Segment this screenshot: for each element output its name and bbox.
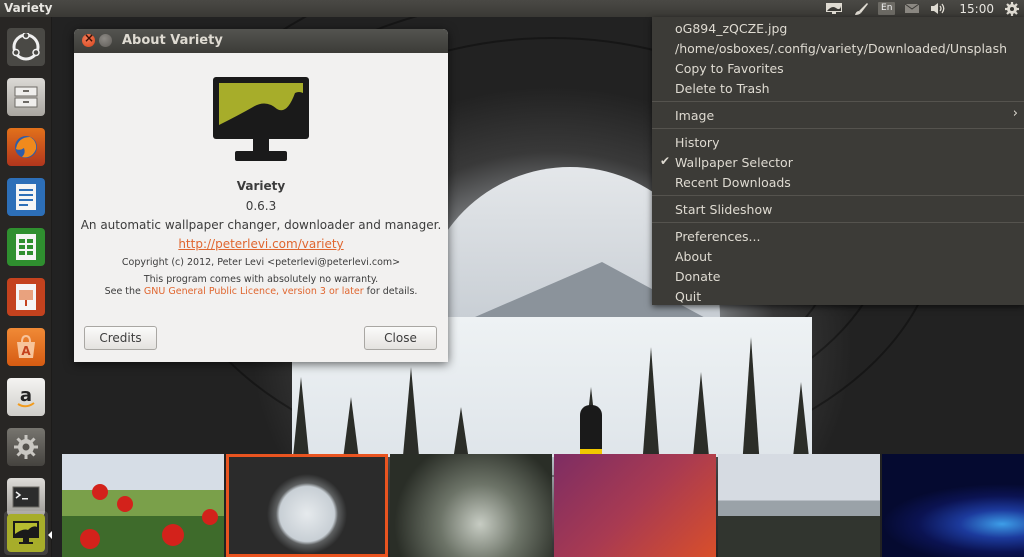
wallpaper-thumb[interactable] bbox=[718, 454, 880, 557]
menu-item-donate[interactable]: Donate bbox=[675, 268, 720, 286]
indicator-area: En 15:00 bbox=[820, 0, 1024, 17]
calc-icon bbox=[7, 228, 45, 266]
wallpaper-thumb[interactable] bbox=[554, 454, 716, 557]
files-icon bbox=[7, 78, 45, 116]
launcher-item-settings[interactable] bbox=[4, 425, 48, 469]
variety-logo-icon bbox=[213, 77, 309, 161]
software-center-icon: A bbox=[7, 328, 45, 366]
about-dialog: About Variety Variety 0.6.3 An automatic… bbox=[74, 29, 448, 362]
website-link[interactable]: http://peterlevi.com/variety bbox=[74, 237, 448, 251]
menu-item-wallpaper-selector[interactable]: Wallpaper Selector bbox=[675, 154, 793, 172]
launcher: A a bbox=[0, 17, 52, 557]
license-text: See the GNU General Public Licence, vers… bbox=[104, 286, 418, 297]
wallpaper-thumb[interactable] bbox=[62, 454, 224, 557]
impress-icon bbox=[7, 278, 45, 316]
keyboard-lang-icon[interactable]: En bbox=[878, 2, 896, 15]
warranty-text: This program comes with absolutely no wa… bbox=[143, 274, 379, 285]
window-minimize-button[interactable] bbox=[99, 34, 112, 47]
variety-indicator-menu: oG894_zQCZE.jpg /home/osboxes/.config/va… bbox=[652, 17, 1024, 305]
menu-item-image[interactable]: Image bbox=[675, 107, 1015, 125]
gear-icon[interactable] bbox=[1000, 0, 1024, 17]
launcher-item-software-center[interactable]: A bbox=[4, 325, 48, 369]
dialog-title: About Variety bbox=[122, 33, 223, 48]
menu-item-start-slideshow[interactable]: Start Slideshow bbox=[675, 201, 772, 219]
window-close-button[interactable] bbox=[82, 31, 95, 47]
writer-icon bbox=[7, 178, 45, 216]
clock[interactable]: 15:00 bbox=[953, 2, 1000, 16]
brush-icon[interactable] bbox=[848, 0, 874, 17]
launcher-item-dash[interactable] bbox=[4, 25, 48, 69]
menu-separator bbox=[652, 128, 1024, 129]
launcher-item-impress[interactable] bbox=[4, 275, 48, 319]
menu-item-copy-to-favorites[interactable]: Copy to Favorites bbox=[675, 60, 784, 78]
menu-item-preferences[interactable]: Preferences... bbox=[675, 228, 760, 246]
close-button[interactable]: Close bbox=[364, 326, 437, 350]
menu-item-about[interactable]: About bbox=[675, 248, 712, 266]
wallpaper-thumb[interactable] bbox=[390, 454, 552, 557]
system-settings-icon bbox=[7, 428, 45, 466]
app-description: An automatic wallpaper changer, download… bbox=[80, 218, 442, 232]
menu-item-delete-to-trash[interactable]: Delete to Trash bbox=[675, 80, 770, 98]
launcher-item-calc[interactable] bbox=[4, 225, 48, 269]
volume-icon[interactable] bbox=[925, 0, 953, 17]
launcher-item-firefox[interactable] bbox=[4, 125, 48, 169]
svg-text:A: A bbox=[21, 344, 31, 358]
app-name: Variety bbox=[236, 179, 286, 193]
wallpaper-selector bbox=[62, 454, 1024, 557]
menu-separator bbox=[652, 195, 1024, 196]
dialog-titlebar[interactable]: About Variety bbox=[74, 29, 448, 53]
launcher-item-writer[interactable] bbox=[4, 175, 48, 219]
skier bbox=[580, 405, 602, 453]
launcher-item-amazon[interactable]: a bbox=[4, 375, 48, 419]
submenu-arrow-icon: › bbox=[1012, 106, 1018, 121]
license-link[interactable]: GNU General Public Licence, version 3 or… bbox=[144, 286, 364, 297]
app-title: Variety bbox=[4, 1, 53, 15]
active-app-arrow bbox=[48, 531, 52, 539]
top-panel: Variety En 15:00 bbox=[0, 0, 1024, 17]
ubuntu-dash-icon bbox=[7, 28, 45, 66]
dialog-body: Variety 0.6.3 An automatic wallpaper cha… bbox=[74, 75, 448, 297]
menu-item-recent-downloads[interactable]: Recent Downloads bbox=[675, 174, 791, 192]
app-version: 0.6.3 bbox=[245, 199, 277, 213]
amazon-icon: a bbox=[7, 378, 45, 416]
menu-separator bbox=[652, 101, 1024, 102]
wallpaper-thumb[interactable] bbox=[882, 454, 1024, 557]
credits-button[interactable]: Credits bbox=[84, 326, 157, 350]
variety-icon bbox=[7, 514, 45, 552]
copyright-text: Copyright (c) 2012, Peter Levi <peterlev… bbox=[121, 257, 401, 268]
checkmark-icon: ✔ bbox=[660, 154, 671, 168]
launcher-item-files[interactable] bbox=[4, 75, 48, 119]
menu-item-history[interactable]: History bbox=[675, 134, 719, 152]
mail-icon[interactable] bbox=[899, 0, 925, 17]
launcher-item-variety[interactable] bbox=[4, 511, 52, 555]
variety-indicator-icon[interactable] bbox=[820, 0, 848, 17]
menu-item-file-path[interactable]: /home/osboxes/.config/variety/Downloaded… bbox=[675, 40, 1007, 58]
svg-text:a: a bbox=[20, 385, 32, 406]
firefox-icon bbox=[7, 128, 45, 166]
wallpaper-thumb-selected[interactable] bbox=[226, 454, 388, 557]
menu-item-file-name[interactable]: oG894_zQCZE.jpg bbox=[675, 20, 787, 38]
menu-item-quit[interactable]: Quit bbox=[675, 288, 701, 306]
menu-separator bbox=[652, 222, 1024, 223]
